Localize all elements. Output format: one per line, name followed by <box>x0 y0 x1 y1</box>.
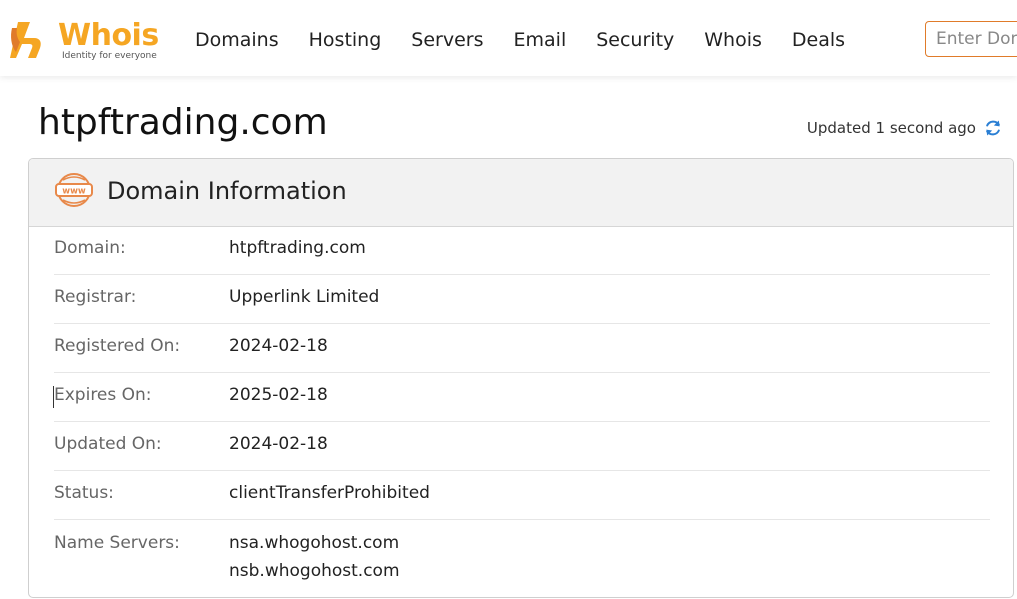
last-updated-text: Updated 1 second ago <box>806 119 976 137</box>
logo-tagline: Identity for everyone <box>62 51 157 61</box>
main-nav: Domains Hosting Servers Email Security W… <box>180 0 860 80</box>
info-row-expires-on: Expires On: 2025-02-18 <box>53 373 990 422</box>
card-title: Domain Information <box>107 177 347 205</box>
whois-logo[interactable]: Whois Identity for everyone <box>8 16 168 64</box>
row-label: Domain: <box>54 238 126 258</box>
nav-item-servers[interactable]: Servers <box>411 29 483 51</box>
name-server: nsb.whogohost.com <box>229 561 400 581</box>
row-value: htpftrading.com <box>229 238 366 258</box>
info-row-domain: Domain: htpftrading.com <box>54 226 990 275</box>
row-value: clientTransferProhibited <box>229 483 430 503</box>
row-label: Updated On: <box>54 434 162 454</box>
refresh-icon[interactable] <box>983 118 1003 138</box>
info-row-updated-on: Updated On: 2024-02-18 <box>54 422 990 471</box>
domain-search-input[interactable] <box>925 21 1017 57</box>
top-navbar: Whois Identity for everyone Domains Host… <box>0 0 1017 76</box>
nav-item-deals[interactable]: Deals <box>792 29 845 51</box>
www-icon: www <box>55 173 93 207</box>
info-row-registrar: Registrar: Upperlink Limited <box>54 275 990 324</box>
info-row-registered-on: Registered On: 2024-02-18 <box>54 324 990 373</box>
row-label: Status: <box>54 483 114 503</box>
logo-mark-icon <box>10 22 41 58</box>
name-server: nsa.whogohost.com <box>229 533 400 553</box>
last-updated: Updated 1 second ago <box>807 118 1003 138</box>
domain-information-card: www Domain Information Domain: htpftradi… <box>28 158 1014 598</box>
row-label: Expires On: <box>54 385 152 405</box>
info-row-status: Status: clientTransferProhibited <box>54 471 990 520</box>
row-value: 2024-02-18 <box>229 434 328 454</box>
row-label: Registrar: <box>54 287 137 307</box>
info-row-name-servers: Name Servers: nsa.whogohost.com nsb.whog… <box>54 520 990 592</box>
svg-text:www: www <box>62 187 86 197</box>
row-value: 2024-02-18 <box>229 336 328 356</box>
nav-item-hosting[interactable]: Hosting <box>309 29 382 51</box>
logo-text: Whois <box>58 18 159 53</box>
row-value: nsa.whogohost.com nsb.whogohost.com <box>229 529 400 585</box>
domain-info-list: Domain: htpftrading.com Registrar: Upper… <box>53 226 990 592</box>
page-title: htpftrading.com <box>38 102 328 143</box>
nav-item-domains[interactable]: Domains <box>195 29 279 51</box>
nav-item-email[interactable]: Email <box>514 29 567 51</box>
nav-item-whois[interactable]: Whois <box>704 29 762 51</box>
row-value: 2025-02-18 <box>229 385 328 405</box>
row-value: Upperlink Limited <box>229 287 380 307</box>
nav-item-security[interactable]: Security <box>596 29 674 51</box>
card-header: www Domain Information <box>29 159 1013 227</box>
row-label: Registered On: <box>54 336 181 356</box>
row-label: Name Servers: <box>54 533 180 553</box>
